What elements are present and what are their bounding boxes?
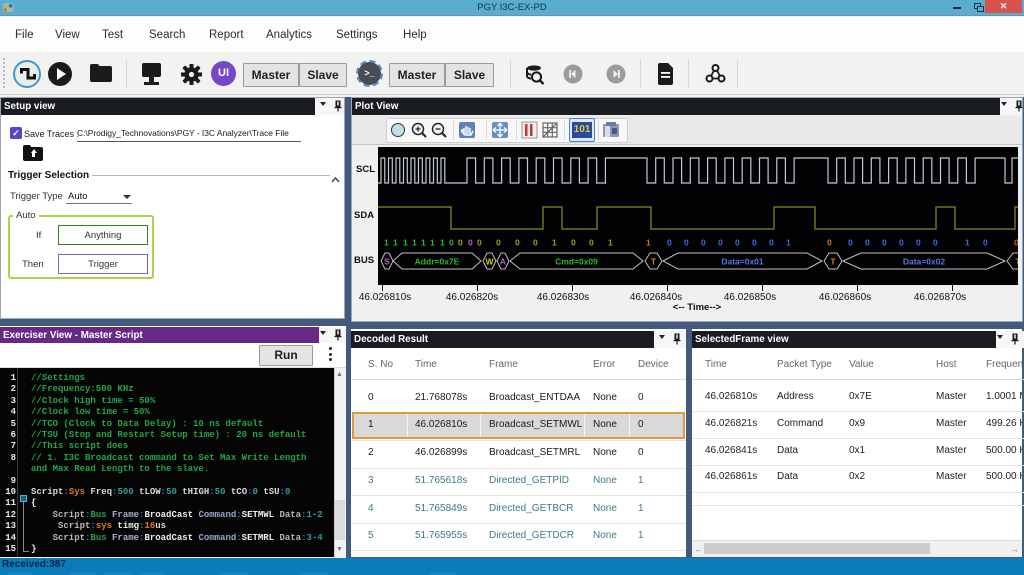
svg-text:A: A bbox=[500, 257, 506, 267]
svg-text:1: 1 bbox=[552, 238, 557, 248]
svg-text:T: T bbox=[1015, 257, 1018, 267]
svg-text:1: 1 bbox=[646, 238, 651, 248]
svg-text:1: 1 bbox=[393, 238, 398, 248]
svg-text:1: 1 bbox=[403, 238, 408, 248]
svg-text:0: 0 bbox=[684, 238, 689, 248]
svg-text:T: T bbox=[651, 257, 657, 267]
svg-text:0: 0 bbox=[899, 238, 904, 248]
svg-text:0: 0 bbox=[735, 238, 740, 248]
svg-text:0: 0 bbox=[933, 238, 938, 248]
svg-text:0: 0 bbox=[865, 238, 870, 248]
svg-text:1: 1 bbox=[421, 238, 426, 248]
svg-text:1: 1 bbox=[608, 238, 613, 248]
svg-text:0: 0 bbox=[571, 238, 576, 248]
svg-text:0: 0 bbox=[769, 238, 774, 248]
svg-text:Data=0x02: Data=0x02 bbox=[903, 257, 946, 267]
svg-text:0: 0 bbox=[827, 238, 832, 248]
svg-text:0: 0 bbox=[496, 238, 501, 248]
svg-text:0: 0 bbox=[848, 238, 853, 248]
svg-text:W: W bbox=[485, 257, 494, 267]
svg-text:0: 0 bbox=[515, 238, 520, 248]
svg-text:0: 0 bbox=[468, 238, 473, 248]
svg-text:0: 0 bbox=[983, 238, 988, 248]
svg-text:1: 1 bbox=[965, 238, 970, 248]
svg-text:0: 0 bbox=[916, 238, 921, 248]
svg-text:0: 0 bbox=[882, 238, 887, 248]
svg-text:Cmd=0x09: Cmd=0x09 bbox=[555, 257, 598, 267]
svg-text:1: 1 bbox=[430, 238, 435, 248]
svg-text:0: 0 bbox=[1014, 238, 1018, 248]
svg-text:0: 0 bbox=[449, 238, 454, 248]
svg-text:0: 0 bbox=[701, 238, 706, 248]
svg-text:0: 0 bbox=[533, 238, 538, 248]
svg-text:1: 1 bbox=[412, 238, 417, 248]
svg-text:0: 0 bbox=[718, 238, 723, 248]
svg-text:Data=0x01: Data=0x01 bbox=[721, 257, 764, 267]
svg-text:0: 0 bbox=[589, 238, 594, 248]
svg-text:1: 1 bbox=[440, 238, 445, 248]
svg-text:T: T bbox=[830, 257, 836, 267]
svg-text:1: 1 bbox=[786, 238, 791, 248]
svg-text:0: 0 bbox=[667, 238, 672, 248]
svg-text:Addr=0x7E: Addr=0x7E bbox=[415, 257, 460, 267]
svg-text:1: 1 bbox=[384, 238, 389, 248]
svg-text:0: 0 bbox=[477, 238, 482, 248]
svg-text:0: 0 bbox=[458, 238, 463, 248]
svg-text:0: 0 bbox=[752, 238, 757, 248]
svg-text:S: S bbox=[384, 257, 390, 267]
